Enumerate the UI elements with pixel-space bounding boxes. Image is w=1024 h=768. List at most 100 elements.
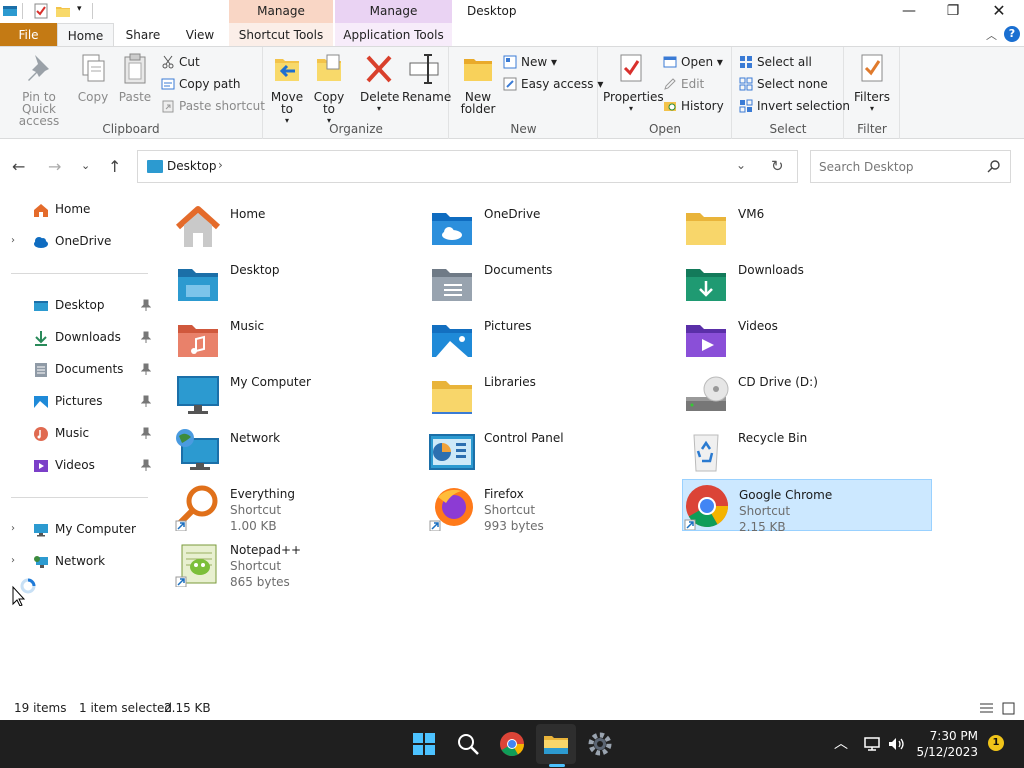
edit-button[interactable]: Edit xyxy=(663,75,704,93)
item-videos[interactable]: Videos xyxy=(666,311,916,363)
nav-item-my-computer[interactable]: › My Computer xyxy=(0,517,158,543)
nav-item-desktop[interactable]: Desktop xyxy=(0,293,158,319)
up-arrow-icon[interactable]: ↑ xyxy=(108,157,121,176)
large-icons-view-icon[interactable] xyxy=(1002,702,1015,715)
item-vm6[interactable]: VM6 xyxy=(666,199,916,251)
address-path[interactable]: Desktop xyxy=(167,159,217,173)
address-dropdown-icon[interactable]: ⌄ xyxy=(736,158,746,172)
pin-quick-access-button[interactable]: Pin to Quick access xyxy=(4,51,74,127)
tab-shortcut-tools[interactable]: Shortcut Tools xyxy=(229,23,333,47)
pin-icon[interactable] xyxy=(141,395,151,408)
chrome-taskbar-icon[interactable] xyxy=(496,728,528,760)
tab-home[interactable]: Home xyxy=(57,23,114,47)
new-item-button[interactable]: New ▾ xyxy=(503,53,557,71)
rename-button[interactable]: Rename xyxy=(402,51,451,103)
item-network[interactable]: Network xyxy=(158,423,408,475)
refresh-icon[interactable]: ↻ xyxy=(771,157,784,175)
notification-badge[interactable]: 1 xyxy=(988,735,1004,751)
manage-application-header: Manage xyxy=(335,0,452,23)
item-documents[interactable]: Documents xyxy=(412,255,662,307)
item-name: Downloads xyxy=(738,263,804,277)
item-google-chrome[interactable]: Google Chrome Shortcut 2.15 KB xyxy=(682,479,932,534)
item-recycle-bin[interactable]: Recycle Bin xyxy=(666,423,916,475)
volume-icon[interactable] xyxy=(886,734,906,754)
explorer-app-icon[interactable] xyxy=(2,3,18,19)
nav-item-home[interactable]: Home xyxy=(0,197,158,223)
pin-icon[interactable] xyxy=(141,459,151,472)
item-onedrive[interactable]: OneDrive xyxy=(412,199,662,251)
nav-item-downloads[interactable]: Downloads xyxy=(0,325,158,351)
customize-qat-icon[interactable]: ▾ xyxy=(77,4,82,14)
item-everything[interactable]: Everything Shortcut 1.00 KB xyxy=(158,479,408,533)
pin-icon[interactable] xyxy=(141,299,151,312)
item-music[interactable]: Music xyxy=(158,311,408,363)
pin-icon[interactable] xyxy=(141,331,151,344)
tab-view[interactable]: View xyxy=(172,23,228,47)
forward-arrow-icon[interactable]: → xyxy=(48,157,61,176)
search-input[interactable] xyxy=(811,151,981,182)
new-folder-button[interactable]: New folder xyxy=(460,51,496,115)
address-bar[interactable]: Desktop › ⌄ ↻ xyxy=(137,150,798,183)
expand-chevron-icon[interactable]: › xyxy=(11,523,15,534)
item-notepad-plus-plus[interactable]: Notepad++ Shortcut 865 bytes xyxy=(158,535,408,589)
item-desktop[interactable]: Desktop xyxy=(158,255,408,307)
nav-item-videos[interactable]: Videos xyxy=(0,453,158,479)
copy-button[interactable]: Copy xyxy=(76,51,110,103)
close-button[interactable]: ✕ xyxy=(976,0,1022,23)
tab-share[interactable]: Share xyxy=(114,23,172,47)
paste-shortcut-button[interactable]: Paste shortcut xyxy=(161,97,265,115)
properties-qat-icon[interactable] xyxy=(33,3,49,19)
nav-item-music[interactable]: Music xyxy=(0,421,158,447)
hidden-icons-chevron-icon[interactable]: ︿ xyxy=(834,733,848,753)
item-control-panel[interactable]: Control Panel xyxy=(412,423,662,475)
copy-to-button[interactable]: Copy to ▾ xyxy=(312,51,346,127)
network-tray-icon[interactable] xyxy=(862,734,882,754)
item-pictures[interactable]: Pictures xyxy=(412,311,662,363)
pin-icon[interactable] xyxy=(141,363,151,376)
tab-application-tools[interactable]: Application Tools xyxy=(335,23,452,47)
pin-icon[interactable] xyxy=(141,427,151,440)
item-firefox[interactable]: Firefox Shortcut 993 bytes xyxy=(412,479,662,533)
minimize-button[interactable]: — xyxy=(886,0,932,23)
search-taskbar-icon[interactable] xyxy=(452,728,484,760)
item-home[interactable]: Home xyxy=(158,199,408,251)
nav-item-documents[interactable]: Documents xyxy=(0,357,158,383)
properties-button[interactable]: Properties ▾ xyxy=(603,51,664,115)
start-windows-icon[interactable] xyxy=(408,728,440,760)
breadcrumb-chevron-icon[interactable]: › xyxy=(218,158,223,172)
new-folder-qat-icon[interactable] xyxy=(55,3,71,19)
cut-button[interactable]: Cut xyxy=(161,53,200,71)
search-icon[interactable] xyxy=(987,159,1001,173)
nav-item-pictures[interactable]: Pictures xyxy=(0,389,158,415)
delete-button[interactable]: Delete ▾ xyxy=(360,51,399,115)
settings-gear-icon[interactable] xyxy=(584,728,616,760)
expand-chevron-icon[interactable]: › xyxy=(11,235,15,246)
select-none-button[interactable]: Select none xyxy=(739,75,828,93)
expand-chevron-icon[interactable]: › xyxy=(11,555,15,566)
history-button[interactable]: History xyxy=(663,97,724,115)
item-my-computer[interactable]: My Computer xyxy=(158,367,408,419)
help-icon[interactable]: ? xyxy=(1004,26,1020,42)
clock[interactable]: 7:30 PM 5/12/2023 xyxy=(908,728,978,760)
file-explorer-taskbar-icon[interactable] xyxy=(540,728,572,760)
open-button[interactable]: Open ▾ xyxy=(663,53,723,71)
recent-locations-chevron-icon[interactable]: ⌄ xyxy=(81,159,90,172)
select-all-button[interactable]: Select all xyxy=(739,53,812,71)
collapse-ribbon-icon[interactable]: ︿ xyxy=(986,27,997,43)
move-to-button[interactable]: Move to ▾ xyxy=(270,51,304,127)
tab-file[interactable]: File xyxy=(0,23,57,47)
firefox-icon xyxy=(429,488,473,531)
easy-access-button[interactable]: Easy access ▾ xyxy=(503,75,603,93)
invert-selection-button[interactable]: Invert selection xyxy=(739,97,850,115)
filters-button[interactable]: Filters ▾ xyxy=(853,51,891,115)
paste-button[interactable]: Paste xyxy=(118,51,152,103)
item-cd-drive[interactable]: CD Drive (D:) xyxy=(666,367,916,419)
back-arrow-icon[interactable]: ← xyxy=(12,157,25,176)
nav-item-onedrive[interactable]: › OneDrive xyxy=(0,229,158,255)
details-view-icon[interactable] xyxy=(980,702,993,715)
maximize-button[interactable]: ❐ xyxy=(930,0,976,23)
nav-item-network[interactable]: › Network xyxy=(0,549,158,575)
item-libraries[interactable]: Libraries xyxy=(412,367,662,419)
item-downloads[interactable]: Downloads xyxy=(666,255,916,307)
copy-path-button[interactable]: Copy path xyxy=(161,75,241,93)
